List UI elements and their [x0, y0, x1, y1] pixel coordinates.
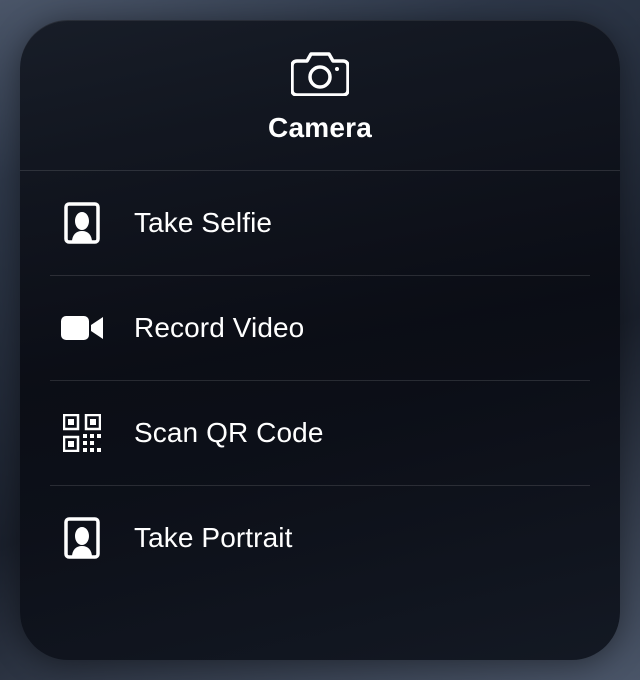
take-portrait-action[interactable]: Take Portrait	[50, 486, 590, 590]
portrait-icon	[60, 516, 104, 560]
take-selfie-action[interactable]: Take Selfie	[50, 171, 590, 276]
record-video-action[interactable]: Record Video	[50, 276, 590, 381]
camera-quick-actions-panel: Camera Take Selfie Record Video	[20, 20, 620, 660]
qr-icon	[60, 411, 104, 455]
panel-header: Camera	[20, 50, 620, 171]
take-portrait-label: Take Portrait	[134, 522, 292, 554]
scan-qr-action[interactable]: Scan QR Code	[50, 381, 590, 486]
actions-list: Take Selfie Record Video	[20, 171, 620, 590]
take-selfie-label: Take Selfie	[134, 207, 272, 239]
video-icon	[60, 306, 104, 350]
record-video-label: Record Video	[134, 312, 304, 344]
selfie-icon	[60, 201, 104, 245]
scan-qr-label: Scan QR Code	[134, 417, 324, 449]
panel-title: Camera	[268, 112, 372, 144]
camera-icon	[288, 50, 352, 98]
